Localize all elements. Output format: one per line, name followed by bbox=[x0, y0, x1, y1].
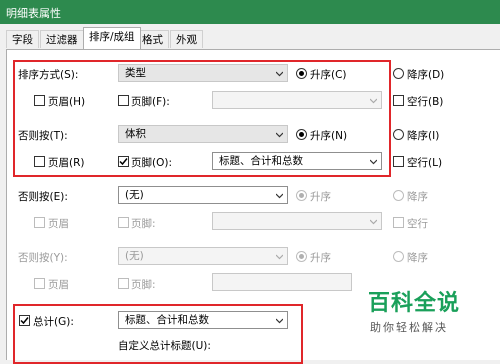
title-bar: 明细表属性 bbox=[0, 0, 500, 24]
then-by-2-desc-radio[interactable] bbox=[393, 190, 404, 201]
watermark-subtitle: 助你轻松解决 bbox=[370, 321, 448, 334]
then-by-3-asc-label: 升序 bbox=[310, 252, 331, 264]
sort-desc-label: 降序(D) bbox=[407, 69, 445, 81]
total-checkbox[interactable] bbox=[19, 315, 30, 326]
then-by-2-blank-checkbox[interactable] bbox=[393, 217, 404, 228]
then-by-2-select[interactable]: (无) bbox=[118, 186, 288, 204]
then-by-3-header-label: 页眉 bbox=[48, 279, 69, 291]
watermark-logo: 百科全说 助你轻松解决 bbox=[368, 285, 460, 335]
then-by-2-label: 否则按(E): bbox=[18, 191, 68, 203]
then-by-2-footer-label: 页脚: bbox=[131, 218, 156, 230]
then-by-1-blank-checkbox[interactable] bbox=[393, 156, 404, 167]
tab-fields[interactable]: 字段 bbox=[6, 30, 39, 48]
then-by-1-desc-radio[interactable] bbox=[393, 129, 404, 140]
then-by-3-header-checkbox[interactable] bbox=[34, 278, 45, 289]
then-by-3-footer-checkbox[interactable] bbox=[118, 278, 129, 289]
total-value: 标题、合计和总数 bbox=[125, 314, 209, 326]
total-select[interactable]: 标题、合计和总数 bbox=[118, 311, 288, 329]
then-by-2-value: (无) bbox=[125, 189, 144, 201]
custom-total-title-label: 自定义总计标题(U): bbox=[118, 340, 211, 352]
then-by-3-asc-radio[interactable] bbox=[296, 251, 307, 262]
sort-desc-radio[interactable] bbox=[393, 68, 404, 79]
then-by-3-desc-radio[interactable] bbox=[393, 251, 404, 262]
chevron-down-icon bbox=[276, 193, 283, 199]
sort-blank-checkbox[interactable] bbox=[393, 95, 404, 106]
then-by-3-value: (无) bbox=[125, 250, 144, 262]
highlight-box-sort bbox=[13, 60, 391, 177]
chevron-down-icon bbox=[276, 318, 283, 324]
then-by-1-blank-label: 空行(L) bbox=[407, 157, 443, 169]
chevron-down-icon bbox=[370, 219, 377, 225]
then-by-2-desc-label: 降序 bbox=[407, 191, 428, 203]
chevron-down-icon bbox=[276, 254, 283, 260]
then-by-1-desc-label: 降序(I) bbox=[407, 130, 440, 142]
then-by-2-header-checkbox[interactable] bbox=[34, 217, 45, 228]
then-by-2-asc-radio[interactable] bbox=[296, 190, 307, 201]
watermark-title: 百科全说 bbox=[368, 291, 461, 316]
then-by-2-footer-select[interactable] bbox=[212, 212, 382, 230]
window-title: 明细表属性 bbox=[6, 7, 61, 20]
then-by-2-blank-label: 空行 bbox=[407, 218, 428, 230]
tab-appearance[interactable]: 外观 bbox=[170, 30, 203, 48]
then-by-3-select[interactable]: (无) bbox=[118, 247, 288, 265]
tab-filter[interactable]: 过滤器 bbox=[40, 30, 84, 48]
then-by-2-asc-label: 升序 bbox=[310, 191, 331, 203]
sort-blank-label: 空行(B) bbox=[407, 96, 444, 108]
tab-sort-group[interactable]: 排序/成组 bbox=[83, 27, 141, 49]
checkmark-icon bbox=[20, 317, 29, 325]
tab-format[interactable]: 格式 bbox=[136, 30, 169, 48]
then-by-3-footer-select[interactable] bbox=[212, 273, 352, 291]
then-by-2-header-label: 页眉 bbox=[48, 218, 69, 230]
then-by-2-footer-checkbox[interactable] bbox=[118, 217, 129, 228]
total-label: 总计(G): bbox=[33, 316, 74, 328]
then-by-3-label: 否则按(Y): bbox=[18, 252, 68, 264]
tab-strip: 字段 过滤器 排序/成组 格式 外观 bbox=[0, 24, 500, 50]
then-by-3-desc-label: 降序 bbox=[407, 252, 428, 264]
then-by-3-footer-label: 页脚: bbox=[131, 279, 156, 291]
